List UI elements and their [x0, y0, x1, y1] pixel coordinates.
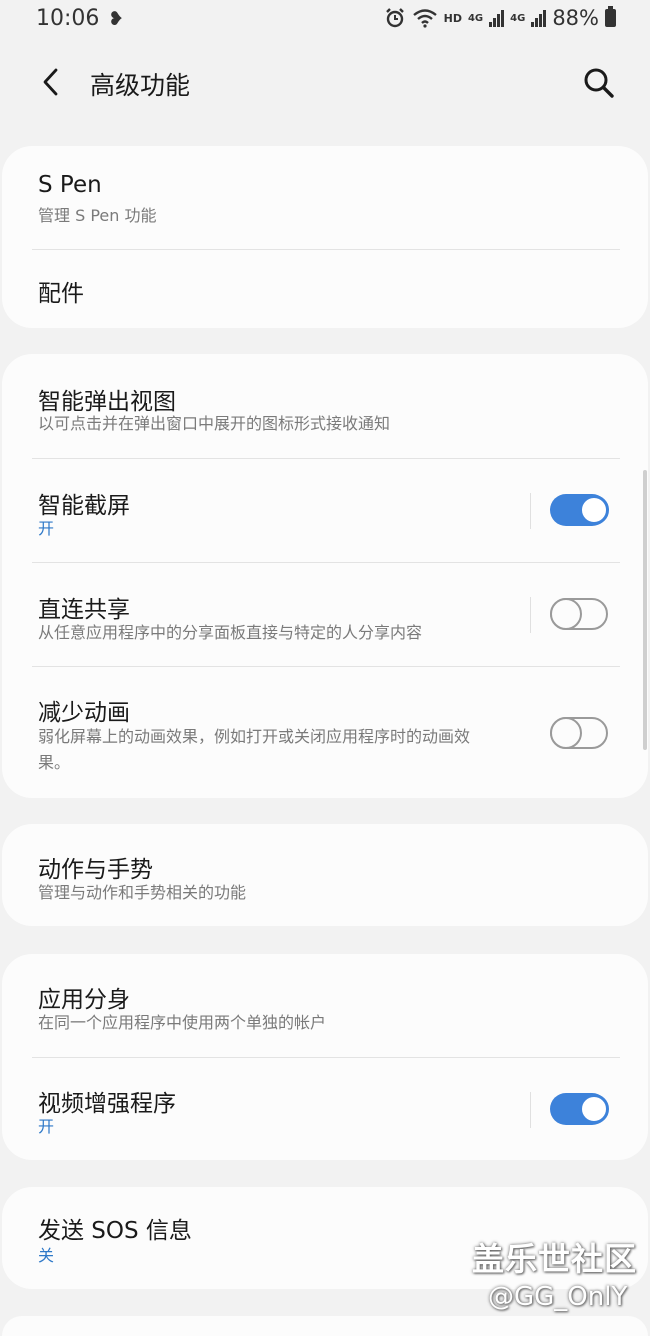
item-smart-capture[interactable]: 智能截屏 开 [2, 459, 648, 563]
heart-icon: ❥ [108, 8, 124, 30]
item-subtitle-line-2: 果。 [38, 753, 71, 772]
smart-capture-toggle[interactable] [550, 494, 609, 526]
video-enhancer-toggle[interactable] [550, 1093, 609, 1125]
battery-icon [605, 6, 616, 27]
separator [530, 1092, 531, 1128]
status-icons: HD 4G 4G 88% [384, 6, 616, 30]
card-apps: 应用分身 在同一个应用程序中使用两个单独的帐户 视频增强程序 开 [2, 954, 648, 1160]
item-reduce-animations[interactable]: 减少动画 弱化屏幕上的动画效果，例如打开或关闭应用程序时的动画效 果。 [2, 667, 648, 798]
direct-share-toggle[interactable] [550, 598, 608, 630]
search-icon[interactable] [580, 64, 618, 102]
status-bar: 10:06 ❥ HD 4G 4G 88% [0, 0, 650, 38]
network-4g-label: 4G [467, 12, 484, 24]
item-title: 直连共享 [38, 597, 130, 623]
item-subtitle: 管理与动作和手势相关的功能 [38, 883, 247, 902]
item-title: 智能截屏 [38, 493, 130, 519]
page-title: 高级功能 [90, 71, 191, 100]
battery-percent: 88% [552, 6, 599, 30]
item-motions-gestures[interactable]: 动作与手势 管理与动作和手势相关的功能 [2, 824, 648, 926]
item-accessories[interactable]: 配件 [2, 250, 648, 328]
item-title: 应用分身 [38, 987, 130, 1013]
item-title: S Pen [38, 172, 102, 198]
toggle-knob [550, 598, 582, 630]
item-subtitle-line-1: 弱化屏幕上的动画效果，例如打开或关闭应用程序时的动画效 [38, 727, 471, 746]
watermark-user: @GG_OnlY [488, 1282, 628, 1312]
scrollbar[interactable] [643, 470, 647, 750]
item-s-pen[interactable]: S Pen 管理 S Pen 功能 [2, 146, 648, 248]
item-direct-share[interactable]: 直连共享 从任意应用程序中的分享面板直接与特定的人分享内容 [2, 563, 648, 667]
item-dual-messenger[interactable]: 应用分身 在同一个应用程序中使用两个单独的帐户 [2, 954, 648, 1057]
wifi-icon [412, 9, 437, 28]
reduce-animations-toggle[interactable] [550, 717, 608, 749]
card-smart-features: 智能弹出视图 以可点击并在弹出窗口中展开的图标形式接收通知 智能截屏 开 直连共… [2, 354, 648, 798]
item-title: 配件 [38, 281, 84, 307]
card-spen: S Pen 管理 S Pen 功能 配件 [2, 146, 648, 328]
toggle-knob [550, 717, 582, 749]
status-time: 10:06 [36, 6, 100, 31]
toggle-knob [579, 1094, 609, 1124]
card-next [2, 1316, 648, 1336]
item-subtitle: 在同一个应用程序中使用两个单独的帐户 [38, 1013, 327, 1032]
back-arrow-icon[interactable] [34, 64, 70, 100]
item-status: 关 [38, 1246, 55, 1265]
toggle-knob [579, 495, 609, 525]
watermark-community: 盖乐世社区 [472, 1240, 638, 1278]
item-subtitle: 管理 S Pen 功能 [38, 206, 157, 225]
item-title: 动作与手势 [38, 857, 153, 883]
item-title: 视频增强程序 [38, 1091, 176, 1117]
item-subtitle: 以可点击并在弹出窗口中展开的图标形式接收通知 [38, 414, 391, 433]
network-4g-label-2: 4G [510, 12, 526, 24]
item-smart-popup-view[interactable]: 智能弹出视图 以可点击并在弹出窗口中展开的图标形式接收通知 [2, 354, 648, 458]
item-title: 减少动画 [38, 700, 130, 726]
item-subtitle: 从任意应用程序中的分享面板直接与特定的人分享内容 [38, 623, 423, 642]
app-header: 高级功能 [0, 52, 650, 112]
card-motions: 动作与手势 管理与动作和手势相关的功能 [2, 824, 648, 926]
separator [530, 493, 531, 529]
item-status: 开 [38, 519, 55, 538]
signal-icon-2 [531, 9, 547, 27]
item-video-enhancer[interactable]: 视频增强程序 开 [2, 1058, 648, 1160]
item-title: 发送 SOS 信息 [38, 1218, 192, 1244]
separator [530, 597, 531, 633]
hd-label: HD [443, 11, 462, 25]
item-status: 开 [38, 1117, 55, 1136]
signal-icon [489, 9, 505, 27]
alarm-icon [385, 8, 404, 28]
